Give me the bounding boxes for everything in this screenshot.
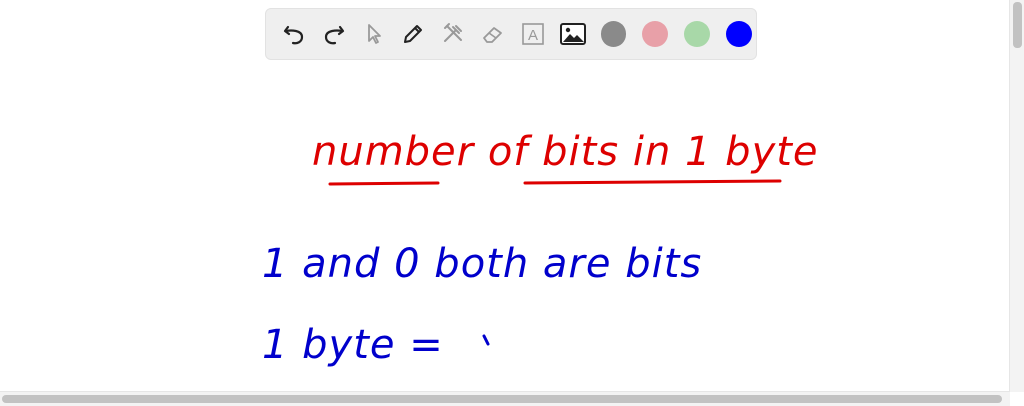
- title-underline-left: [328, 181, 440, 186]
- horizontal-scroll-thumb[interactable]: [2, 395, 1002, 403]
- vertical-scrollbar[interactable]: [1009, 0, 1024, 392]
- whiteboard-canvas[interactable]: A number of bits in 1 byte 1 and 0 both …: [0, 0, 1024, 406]
- title-underline-right: [523, 179, 782, 185]
- line-bits-statement: 1 and 0 both are bits: [262, 241, 702, 287]
- vertical-scroll-thumb[interactable]: [1013, 2, 1022, 48]
- line-byte-equation: 1 byte =: [262, 322, 444, 368]
- handwriting-layer: number of bits in 1 byte 1 and 0 both ar…: [262, 129, 819, 368]
- horizontal-scrollbar[interactable]: [0, 391, 1010, 406]
- pen-mark: [482, 334, 490, 346]
- title-text: number of bits in 1 byte: [312, 129, 819, 175]
